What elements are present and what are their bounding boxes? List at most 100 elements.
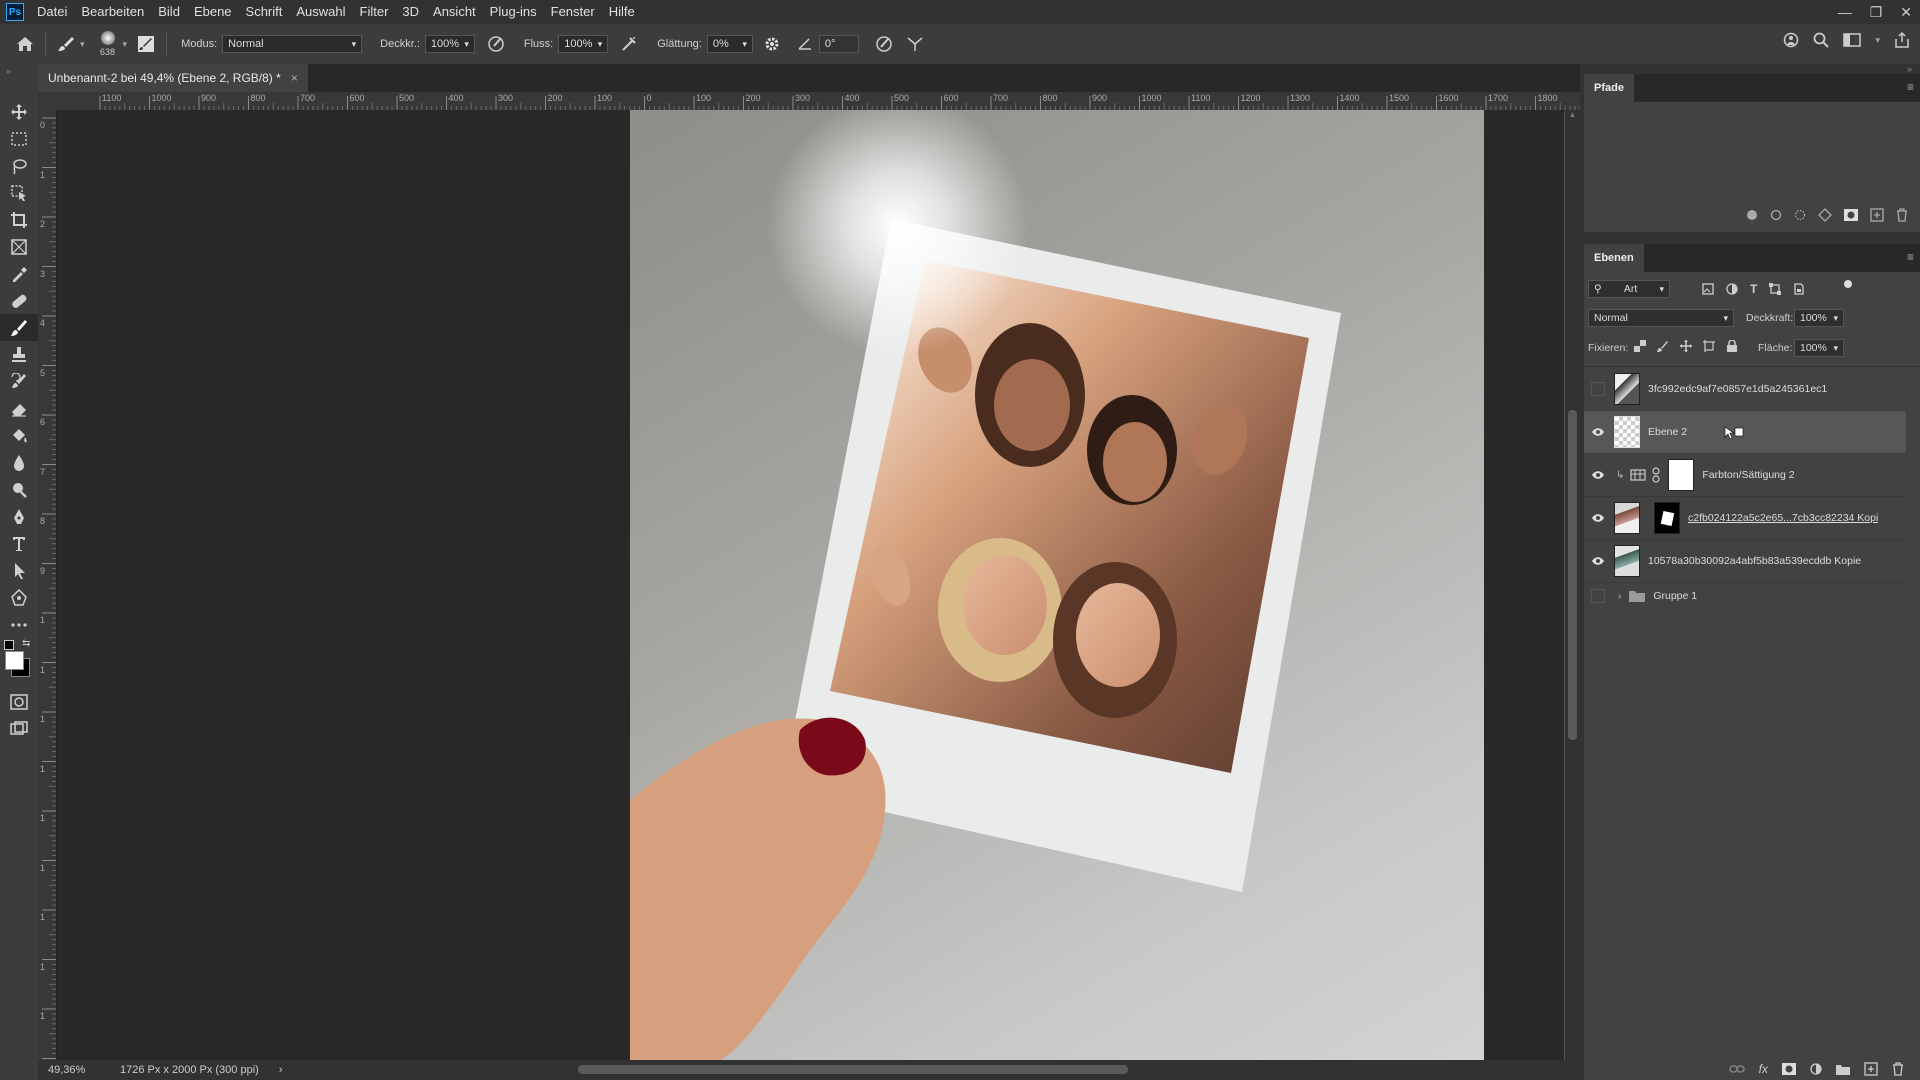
filter-type-icon[interactable]: T (1750, 282, 1757, 296)
panel-collapse-icon[interactable]: » (1907, 64, 1912, 74)
gear-icon[interactable] (761, 33, 783, 55)
filter-smart-object-icon[interactable] (1793, 283, 1805, 295)
history-brush-tool[interactable] (0, 368, 38, 395)
new-layer-icon[interactable] (1864, 1062, 1878, 1076)
layer-group-row[interactable]: › Gruppe 1 (1584, 583, 1906, 609)
ruler-horizontal[interactable]: 1100 1000 900 800 700 600 500 400 300 200 100 0 100 2… (38, 92, 1580, 111)
chevron-down-icon[interactable]: ▾ (123, 39, 128, 50)
document-canvas[interactable] (630, 110, 1484, 1060)
share-learn-icon[interactable] (1783, 32, 1799, 48)
menu-hilfe[interactable]: Hilfe (602, 0, 642, 24)
airbrush-icon[interactable] (618, 33, 640, 55)
filter-adjustment-icon[interactable] (1726, 283, 1738, 295)
panel-menu-icon[interactable]: ≡ (1907, 80, 1914, 94)
menu-schrift[interactable]: Schrift (239, 0, 290, 24)
clone-stamp-tool[interactable] (0, 341, 38, 368)
layer-visibility-toggle[interactable] (1584, 470, 1612, 480)
layer-name[interactable]: Farbton/Sättigung 2 (1702, 469, 1794, 481)
layer-name[interactable]: Ebene 2 (1648, 426, 1687, 438)
menu-fenster[interactable]: Fenster (544, 0, 602, 24)
frame-tool[interactable] (0, 233, 38, 260)
angle-field[interactable]: 0° (818, 35, 859, 53)
mode-select[interactable]: Normal ▾ (222, 35, 363, 53)
eyedropper-tool[interactable] (0, 260, 38, 287)
lock-all-icon[interactable] (1726, 340, 1738, 352)
new-path-icon[interactable] (1870, 208, 1884, 222)
new-group-icon[interactable] (1836, 1064, 1850, 1075)
group-expand-chevron-icon[interactable]: › (1618, 591, 1621, 602)
home-icon[interactable] (14, 33, 36, 55)
smoothing-field[interactable]: 0% ▾ (706, 35, 753, 53)
blend-mode-select[interactable]: Normal ▾ (1588, 309, 1734, 327)
layer-name[interactable]: 3fc992edc9af7e0857e1d5a245361ec1 (1648, 383, 1827, 395)
fill-path-icon[interactable] (1746, 209, 1758, 221)
scroll-up-icon[interactable]: ▲ (1565, 110, 1580, 119)
fill-field[interactable]: 100% ▾ (1794, 339, 1844, 357)
workspace-icon[interactable] (1843, 32, 1862, 48)
add-mask-icon[interactable] (1844, 209, 1858, 221)
menu-ansicht[interactable]: Ansicht (426, 0, 483, 24)
search-icon[interactable] (1813, 32, 1830, 48)
flow-field[interactable]: 100% ▾ (558, 35, 609, 53)
eraser-tool[interactable] (0, 395, 38, 422)
menu-datei[interactable]: Datei (30, 0, 74, 24)
chevron-down-icon[interactable]: ▾ (80, 39, 85, 50)
document-tab[interactable]: Unbenannt-2 bei 49,4% (Ebene 2, RGB/8) *… (38, 64, 308, 92)
close-tab-icon[interactable]: × (291, 71, 298, 85)
brush-settings-icon[interactable] (135, 33, 157, 55)
brush-tool[interactable] (0, 314, 38, 341)
healing-brush-tool[interactable] (0, 287, 38, 314)
layer-visibility-toggle[interactable] (1584, 556, 1612, 566)
type-tool[interactable] (0, 530, 38, 557)
layer-row[interactable]: 10578a30b30092a4abf5b83a539ecddb Kopie (1584, 540, 1906, 583)
layer-visibility-toggle[interactable] (1584, 513, 1612, 523)
layers-tab[interactable]: Ebenen (1584, 244, 1644, 272)
filter-pixel-icon[interactable] (1702, 283, 1714, 295)
menu-bearbeiten[interactable]: Bearbeiten (74, 0, 151, 24)
layer-row-selected[interactable]: Ebene 2 (1584, 411, 1906, 454)
pen-tool[interactable] (0, 503, 38, 530)
status-info-arrow[interactable]: › (279, 1064, 283, 1076)
panel-menu-icon[interactable]: ≡ (1907, 250, 1914, 264)
symmetry-icon[interactable] (904, 33, 926, 55)
swap-colors-icon[interactable]: ⇆ (22, 638, 30, 649)
quick-mask-icon[interactable] (0, 688, 38, 715)
layer-row[interactable]: c2fb024122a5c2e65...7cb3cc82234 Kopie (1584, 497, 1906, 540)
lasso-tool[interactable] (0, 152, 38, 179)
filter-toggle-icon[interactable] (1844, 280, 1852, 288)
ruler-vertical[interactable]: 01234567891111111111 (38, 110, 57, 1071)
path-selection-tool[interactable] (0, 557, 38, 584)
dodge-tool[interactable] (0, 476, 38, 503)
filter-shape-icon[interactable] (1769, 283, 1782, 295)
new-adjustment-layer-icon[interactable] (1810, 1063, 1822, 1075)
blur-tool[interactable] (0, 449, 38, 476)
layer-name[interactable]: Gruppe 1 (1653, 590, 1697, 602)
lock-pixels-icon[interactable] (1657, 340, 1669, 352)
layer-visibility-toggle[interactable] (1584, 382, 1612, 396)
crop-tool[interactable] (0, 206, 38, 233)
color-swatches[interactable]: ⇆ (0, 638, 38, 688)
stroke-path-icon[interactable] (1770, 209, 1782, 221)
link-layers-icon[interactable] (1729, 1064, 1745, 1074)
mask-link-icon[interactable] (1652, 467, 1662, 483)
layer-filter-kind[interactable]: ⚲ Art ▾ (1588, 280, 1670, 298)
lock-transparent-icon[interactable] (1634, 340, 1646, 352)
layer-visibility-toggle[interactable] (1584, 589, 1612, 603)
layer-row[interactable]: 3fc992edc9af7e0857e1d5a245361ec1 (1584, 368, 1906, 411)
lock-position-icon[interactable] (1680, 340, 1692, 352)
move-tool[interactable] (0, 98, 38, 125)
layer-opacity-field[interactable]: 100% ▾ (1794, 309, 1844, 327)
close-window-icon[interactable]: ✕ (1900, 4, 1912, 21)
more-tools-icon[interactable] (0, 611, 38, 638)
object-selection-tool[interactable] (0, 179, 38, 206)
screen-mode-icon[interactable] (0, 715, 38, 742)
default-colors-icon[interactable] (4, 640, 14, 650)
paint-bucket-tool[interactable] (0, 422, 38, 449)
vertical-scroll-thumb[interactable] (1568, 410, 1577, 740)
share-icon[interactable] (1894, 32, 1910, 48)
vertical-scrollbar[interactable]: ▲ (1565, 110, 1580, 1060)
lock-artboard-icon[interactable] (1703, 340, 1715, 352)
canvas-area[interactable] (57, 110, 1564, 1060)
menu-ebene[interactable]: Ebene (187, 0, 239, 24)
foreground-color-swatch[interactable] (5, 651, 24, 670)
